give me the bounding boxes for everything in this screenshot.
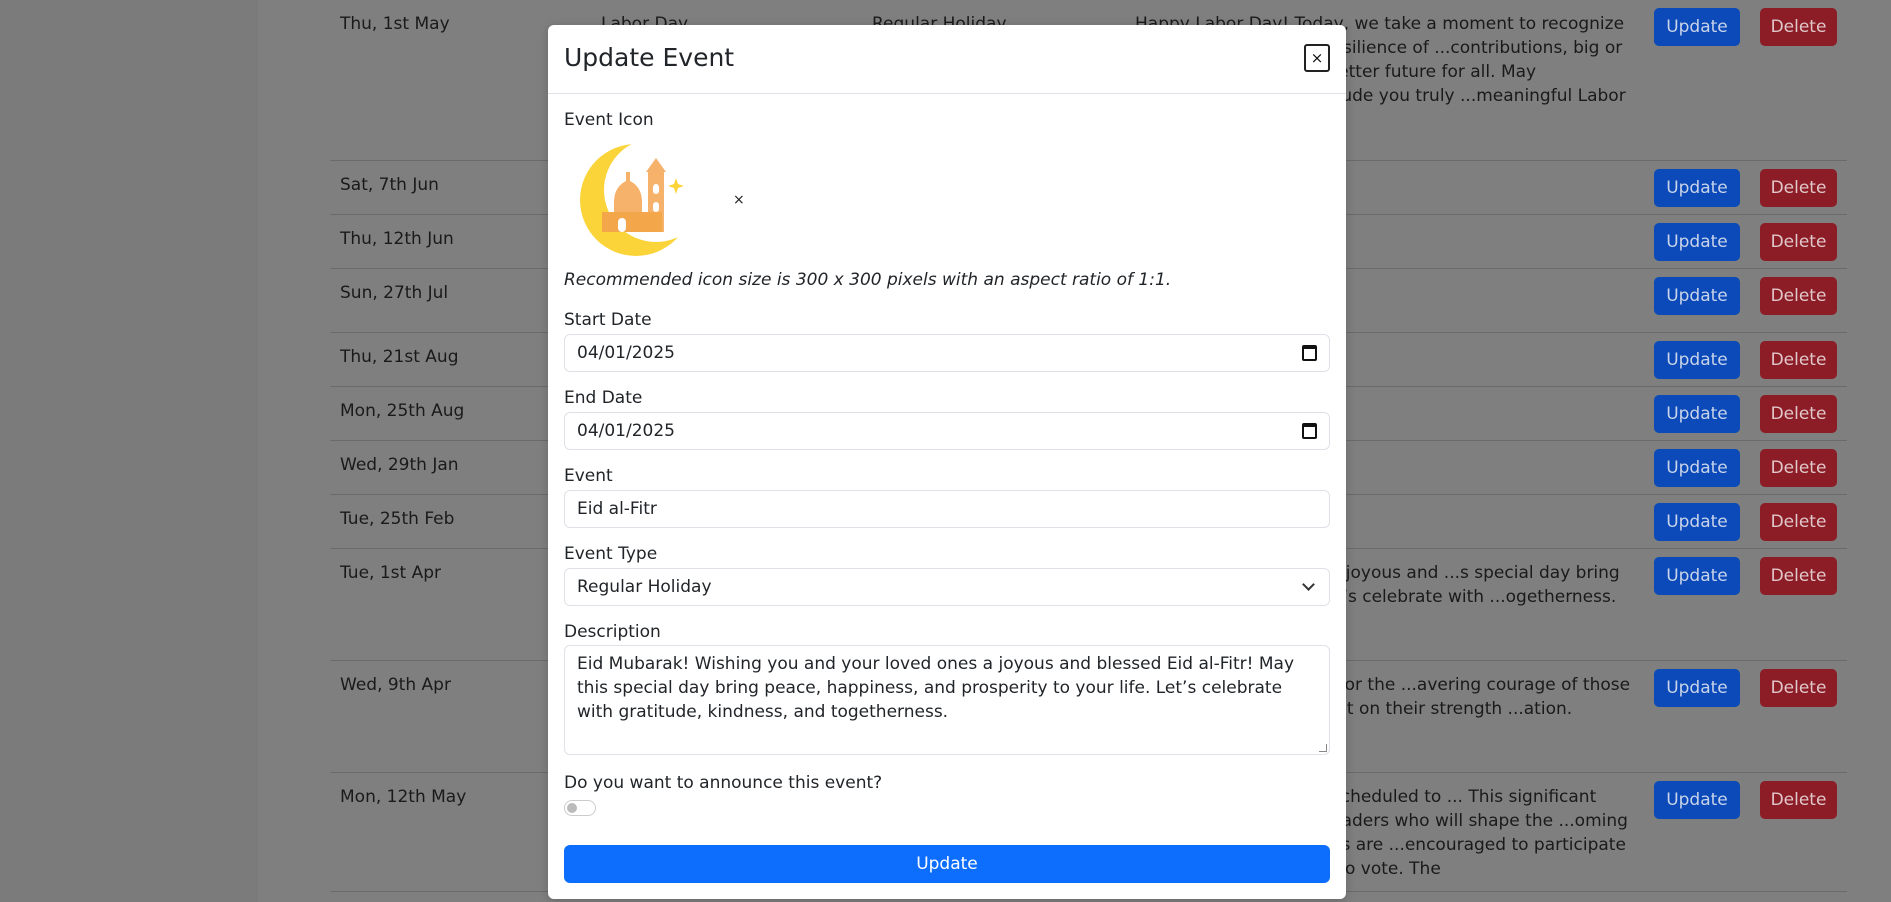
row-date: Sat, 7th Jun <box>340 175 439 195</box>
row-update-button[interactable]: Update <box>1654 395 1740 433</box>
row-update-button[interactable]: Update <box>1654 277 1740 315</box>
row-delete-button[interactable]: Delete <box>1760 503 1837 541</box>
row-delete-button[interactable]: Delete <box>1760 169 1837 207</box>
event-type-value: Regular Holiday <box>577 577 712 597</box>
row-delete-button[interactable]: Delete <box>1760 341 1837 379</box>
row-date: Tue, 25th Feb <box>340 509 455 529</box>
row-update-button[interactable]: Update <box>1654 169 1740 207</box>
close-button[interactable]: × <box>1304 44 1330 72</box>
event-type-label: Event Type <box>564 544 658 564</box>
update-submit-button[interactable]: Update <box>564 845 1330 883</box>
row-delete-button[interactable]: Delete <box>1760 395 1837 433</box>
modal-title: Update Event <box>564 43 735 72</box>
row-update-button[interactable]: Update <box>1654 669 1740 707</box>
description-label: Description <box>564 622 661 642</box>
row-date: Sun, 27th Jul <box>340 283 449 303</box>
row-date: Mon, 25th Aug <box>340 401 465 421</box>
row-date: Wed, 29th Jan <box>340 455 459 475</box>
row-delete-button[interactable]: Delete <box>1760 223 1837 261</box>
end-date-label: End Date <box>564 388 643 408</box>
event-icon-label: Event Icon <box>564 110 654 130</box>
modal-header: Update Event × <box>548 25 1346 94</box>
start-date-input[interactable]: 04/01/2025 <box>564 334 1330 372</box>
row-update-button[interactable]: Update <box>1654 557 1740 595</box>
row-update-button[interactable]: Update <box>1654 503 1740 541</box>
start-date-label: Start Date <box>564 310 652 330</box>
mosque-moon-icon <box>578 138 708 258</box>
calendar-icon[interactable] <box>1302 423 1317 439</box>
end-date-value: 04/01/2025 <box>577 421 675 441</box>
row-delete-button[interactable]: Delete <box>1760 8 1837 46</box>
row-delete-button[interactable]: Delete <box>1760 781 1837 819</box>
row-delete-button[interactable]: Delete <box>1760 449 1837 487</box>
description-textarea[interactable]: Eid Mubarak! Wishing you and your loved … <box>564 645 1330 755</box>
row-date: Thu, 21st Aug <box>340 347 459 367</box>
event-name-input[interactable]: Eid al-Fitr <box>564 490 1330 528</box>
icon-size-hint: Recommended icon size is 300 x 300 pixel… <box>564 270 1172 290</box>
row-delete-button[interactable]: Delete <box>1760 277 1837 315</box>
update-event-modal: Update Event × Event Icon × Recommended … <box>548 25 1346 899</box>
row-date: Thu, 1st May <box>340 14 450 34</box>
row-update-button[interactable]: Update <box>1654 781 1740 819</box>
end-date-input[interactable]: 04/01/2025 <box>564 412 1330 450</box>
remove-icon-button[interactable]: × <box>733 192 745 208</box>
chevron-down-icon <box>1302 578 1315 591</box>
event-label: Event <box>564 466 613 486</box>
announce-toggle[interactable] <box>564 800 596 816</box>
event-type-select[interactable]: Regular Holiday <box>564 568 1330 606</box>
row-update-button[interactable]: Update <box>1654 341 1740 379</box>
event-name-value: Eid al-Fitr <box>577 499 657 519</box>
row-delete-button[interactable]: Delete <box>1760 557 1837 595</box>
row-date: Thu, 12th Jun <box>340 229 454 249</box>
row-date: Mon, 12th May <box>340 787 467 807</box>
start-date-value: 04/01/2025 <box>577 343 675 363</box>
announce-label: Do you want to announce this event? <box>564 773 883 793</box>
row-update-button[interactable]: Update <box>1654 223 1740 261</box>
resize-handle-icon[interactable] <box>1319 744 1327 752</box>
description-value: Eid Mubarak! Wishing you and your loved … <box>577 654 1295 722</box>
toggle-knob <box>567 803 577 813</box>
sidebar <box>0 0 258 902</box>
calendar-icon[interactable] <box>1302 345 1317 361</box>
row-update-button[interactable]: Update <box>1654 449 1740 487</box>
row-date: Tue, 1st Apr <box>340 563 441 583</box>
row-update-button[interactable]: Update <box>1654 8 1740 46</box>
row-date: Wed, 9th Apr <box>340 675 451 695</box>
row-delete-button[interactable]: Delete <box>1760 669 1837 707</box>
